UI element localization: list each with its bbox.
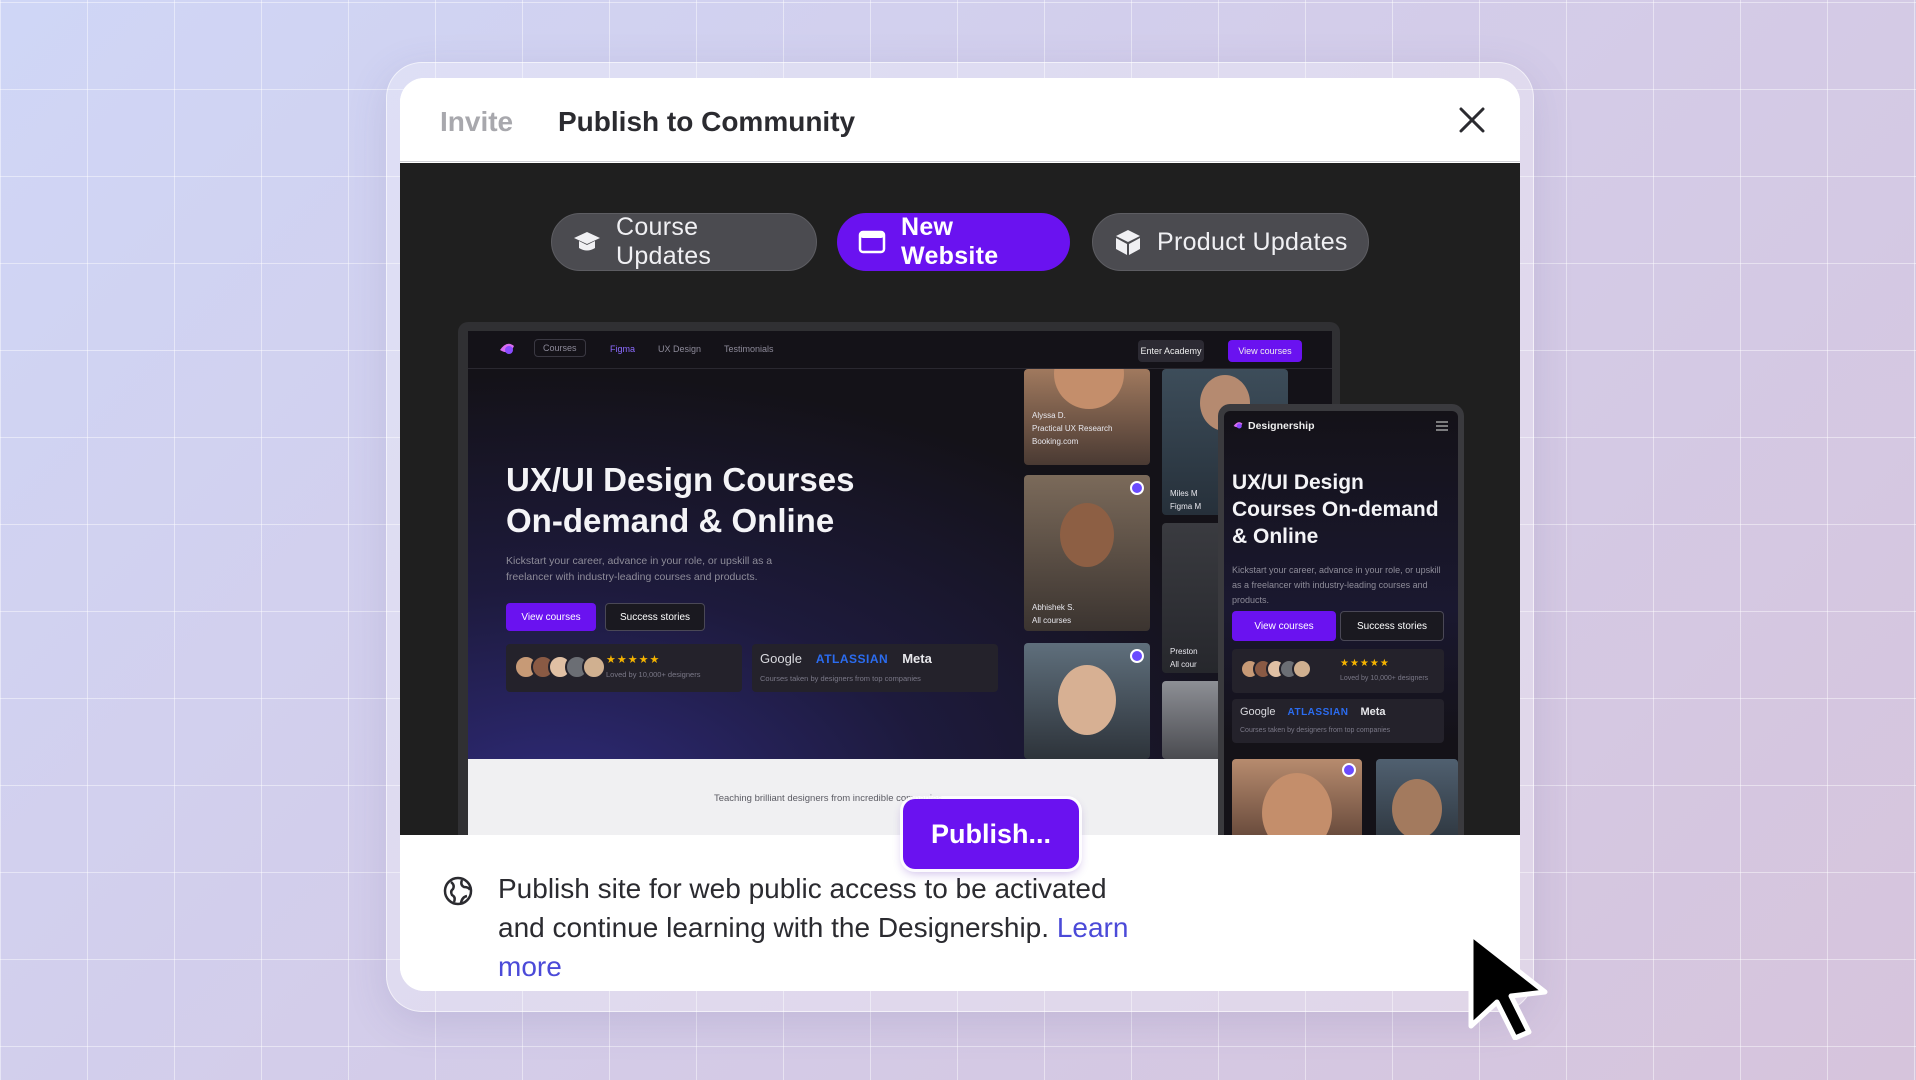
desktop-rating-card: ★★★★★ Loved by 10,000+ designers (506, 644, 742, 692)
meta-logo: Meta (902, 651, 932, 666)
hamburger-menu-icon (1436, 421, 1448, 431)
company-logos: Google ATLASSIAN Meta (760, 651, 932, 666)
testimonial-photo (1232, 759, 1362, 835)
mobile-rating-card: ★★★★★ Loved by 10,000+ designers (1232, 649, 1444, 693)
mobile-heading: UX/UI Design Courses On-demand & Online (1232, 471, 1439, 548)
desktop-view-courses-nav: View courses (1228, 340, 1302, 362)
mouse-cursor-icon (1468, 931, 1548, 1040)
mobile-subtitle: Kickstart your career, advance in your r… (1232, 565, 1441, 605)
testimonial-name: Abhishek S. (1032, 603, 1075, 612)
mobile-cta-view-courses: View courses (1232, 611, 1336, 641)
verified-badge (1130, 649, 1144, 663)
mobile-preview: Designership UX/UI Design Courses On-dem… (1224, 411, 1458, 835)
dialog-header: Invite Publish to Community (400, 78, 1520, 162)
testimonial-photo (1376, 759, 1458, 835)
testimonial-course: All courses (1032, 616, 1072, 625)
desktop-companies-strip: Teaching brilliant designers from incred… (468, 759, 1332, 835)
filter-course-updates-label: Course Updates (616, 213, 712, 270)
mobile-brand: Designership (1248, 420, 1315, 432)
desktop-logos-card: Google ATLASSIAN Meta Courses taken by d… (752, 644, 998, 692)
star-rating: ★★★★★ (606, 654, 661, 666)
desktop-enter-academy: Enter Academy (1138, 340, 1204, 362)
tab-invite[interactable]: Invite (440, 106, 513, 138)
close-icon (1459, 107, 1485, 133)
desktop-nav-testimonials: Testimonials (724, 344, 774, 354)
face (1058, 665, 1116, 735)
testimonial-course: Practical UX Research (1032, 424, 1113, 433)
avatar (582, 655, 606, 679)
desktop-companies-text: Teaching brilliant designers from incred… (713, 793, 943, 804)
tab-publish-to-community[interactable]: Publish to Community (558, 106, 855, 138)
publish-description: Publish site for web public access to be… (498, 869, 1158, 986)
meta-logo: Meta (1360, 706, 1386, 718)
publish-button[interactable]: Publish... (903, 799, 1079, 869)
desktop-cta-success-stories: Success stories (605, 603, 705, 631)
verified-badge (1130, 481, 1144, 495)
star-rating: ★★★★★ (1340, 658, 1390, 669)
testimonial-name: Alyssa D. (1032, 411, 1066, 420)
atlassian-logo: ATLASSIAN (1287, 706, 1349, 718)
desktop-taken-text: Courses taken by designers from top comp… (760, 674, 921, 683)
designership-logo-icon (500, 343, 514, 354)
company-logos: Google ATLASSIAN Meta (1240, 706, 1386, 718)
avatar (1292, 659, 1312, 679)
preview-stage: Course Updates New Website Product Updat… (400, 163, 1520, 835)
testimonial-company: Booking.com (1032, 437, 1079, 446)
avatar-group (514, 655, 606, 679)
testimonial-course: Figma M (1170, 502, 1202, 511)
desktop-nav-courses: Courses (534, 339, 586, 357)
filter-product-updates-label: Product Updates (1157, 227, 1348, 256)
desktop-nav-ux-design: UX Design (658, 344, 702, 354)
testimonial-name: Preston (1170, 647, 1198, 656)
testimonial-photo: Abhishek S. All courses (1024, 475, 1150, 631)
desktop-nav: Courses Figma UX Design Testimonials Ent… (468, 331, 1332, 369)
filter-course-updates[interactable]: Course Updates (551, 213, 817, 271)
globe-icon (443, 876, 473, 906)
mobile-loved-text: Loved by 10,000+ designers (1340, 675, 1429, 682)
desktop-subtitle: Kickstart your career, advance in your r… (506, 555, 773, 583)
desktop-heading: UX/UI Design Courses On-demand & Online (506, 461, 855, 539)
google-logo: Google (1240, 706, 1276, 718)
avatar-group (1240, 659, 1312, 679)
face (1054, 369, 1124, 409)
face (1392, 779, 1442, 835)
box-icon (1116, 230, 1140, 255)
filter-new-website[interactable]: New Website (837, 213, 1070, 271)
mobile-taken-text: Courses taken by designers from top comp… (1240, 727, 1391, 734)
desktop-loved-text: Loved by 10,000+ designers (606, 670, 701, 679)
mobile-cta-success-stories: Success stories (1340, 611, 1444, 641)
verified-badge (1342, 763, 1356, 777)
filter-new-website-label: New Website (901, 213, 999, 270)
desktop-preview: Courses Figma UX Design Testimonials Ent… (468, 331, 1332, 835)
desktop-nav-figma: Figma (610, 344, 636, 354)
face (1060, 503, 1114, 567)
filter-product-updates[interactable]: Product Updates (1092, 213, 1369, 271)
browser-window-icon (858, 230, 886, 254)
graduation-cap-icon (574, 232, 600, 251)
google-logo: Google (760, 651, 802, 666)
publish-description-text: Publish site for web public access to be… (498, 873, 1107, 943)
designership-logo-icon (1233, 422, 1243, 429)
testimonial-name: Miles M (1170, 489, 1198, 498)
testimonial-photo: Alyssa D. Practical UX Research Booking.… (1024, 369, 1150, 465)
face (1262, 773, 1332, 835)
atlassian-logo: ATLASSIAN (815, 651, 889, 666)
close-button[interactable] (1452, 100, 1492, 140)
mobile-logos-card: Google ATLASSIAN Meta Courses taken by d… (1232, 699, 1444, 743)
testimonial-course: All cour (1170, 660, 1197, 669)
testimonial-photo (1024, 643, 1150, 759)
desktop-cta-view-courses: View courses (506, 603, 596, 631)
